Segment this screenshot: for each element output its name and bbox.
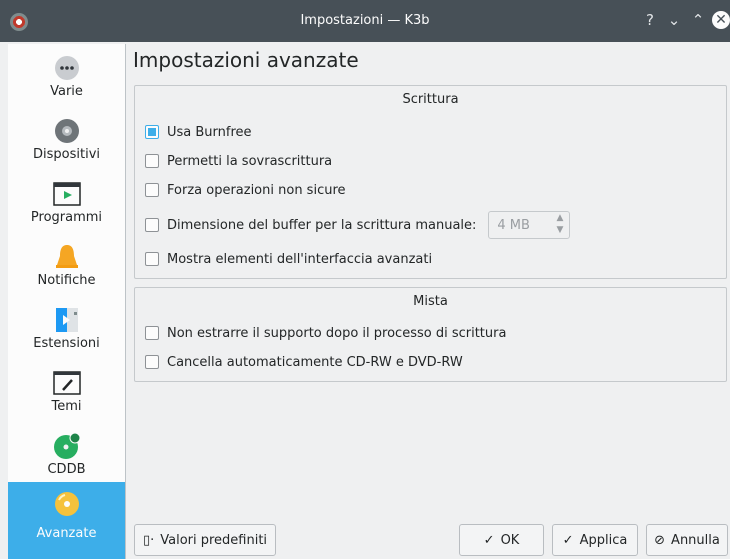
- sidebar-item-avanzate[interactable]: Avanzate: [8, 482, 125, 559]
- option-force-unsafe[interactable]: Forza operazioni non sicure: [145, 180, 346, 200]
- sidebar-item-label: Estensioni: [33, 336, 100, 351]
- cddb-icon: [54, 432, 81, 459]
- sidebar-item-programmi[interactable]: Programmi: [8, 174, 125, 237]
- buffer-size-value: 4 MB: [497, 218, 530, 233]
- option-label: Permetti la sovrascrittura: [167, 153, 333, 169]
- cancel-button[interactable]: ⊘ Annulla: [646, 524, 728, 556]
- sidebar-item-dispositivi[interactable]: Dispositivi: [8, 111, 125, 174]
- option-auto-erase[interactable]: Cancella automaticamente CD-RW e DVD-RW: [145, 352, 463, 372]
- defaults-button[interactable]: ▯· Valori predefiniti: [134, 524, 276, 556]
- spin-up-icon[interactable]: ▲: [556, 213, 563, 223]
- option-no-eject[interactable]: Non estrarre il supporto dopo il process…: [145, 323, 506, 343]
- sidebar-item-cddb[interactable]: CDDB: [8, 426, 125, 489]
- checkbox[interactable]: [145, 326, 159, 340]
- option-label: Dimensione del buffer per la scrittura m…: [167, 217, 477, 233]
- cancel-icon: ⊘: [654, 532, 666, 548]
- option-advanced-gui[interactable]: Mostra elementi dell'interfaccia avanzat…: [145, 249, 432, 269]
- apply-button[interactable]: ✓ Applica: [552, 524, 638, 556]
- sidebar-item-varie[interactable]: Varie: [8, 48, 125, 111]
- minimize-button[interactable]: ⌄: [664, 10, 684, 30]
- advanced-disc-icon: [55, 492, 79, 516]
- button-label: Applica: [579, 532, 628, 548]
- sidebar-item-label: Dispositivi: [33, 147, 100, 162]
- close-button[interactable]: ✕: [712, 11, 730, 29]
- disc-drive-icon: [55, 119, 79, 143]
- settings-sidebar: Varie Dispositivi Programmi Notifiche Es…: [8, 44, 126, 559]
- plugin-icon: [56, 308, 78, 332]
- more-dots-icon: [55, 56, 79, 80]
- check-icon: ✓: [483, 532, 495, 548]
- buffer-size-spinbox[interactable]: 4 MB ▲ ▼: [488, 211, 571, 239]
- checkbox[interactable]: [145, 125, 159, 139]
- option-label: Forza operazioni non sicure: [167, 182, 346, 198]
- button-label: Valori predefiniti: [160, 532, 268, 548]
- sidebar-item-label: Avanzate: [36, 526, 97, 541]
- group-title: Mista: [413, 294, 448, 309]
- document-revert-icon: ▯·: [142, 532, 155, 548]
- checkbox[interactable]: [145, 355, 159, 369]
- sidebar-item-label: Programmi: [30, 210, 103, 225]
- option-label: Usa Burnfree: [167, 124, 252, 140]
- sidebar-item-notifiche[interactable]: Notifiche: [8, 237, 125, 300]
- writing-group: Scrittura Usa Burnfree Permetti la sovra…: [134, 85, 727, 279]
- title-bar: Impostazioni — K3b ? ⌄ ⌃ ✕: [0, 0, 730, 42]
- sidebar-item-label: Varie: [50, 84, 83, 99]
- checkbox[interactable]: [145, 218, 159, 232]
- option-overburn[interactable]: Permetti la sovrascrittura: [145, 151, 332, 171]
- sidebar-item-temi[interactable]: Temi: [8, 363, 125, 426]
- help-button[interactable]: ?: [640, 10, 660, 30]
- sidebar-item-label: Notifiche: [37, 273, 96, 288]
- ok-button[interactable]: ✓ OK: [459, 524, 544, 556]
- option-label: Non estrarre il supporto dopo il process…: [167, 325, 507, 341]
- sidebar-item-label: CDDB: [47, 462, 86, 477]
- button-label: Annulla: [671, 532, 720, 548]
- sidebar-item-label: Temi: [51, 399, 82, 414]
- sidebar-item-estensioni[interactable]: Estensioni: [8, 300, 125, 363]
- option-label: Mostra elementi dell'interfaccia avanzat…: [167, 251, 433, 267]
- group-title: Scrittura: [402, 92, 459, 107]
- window-title: Impostazioni — K3b: [300, 13, 430, 28]
- maximize-button[interactable]: ⌃: [688, 10, 708, 30]
- theme-brush-icon: [53, 371, 81, 395]
- misc-group: Mista Non estrarre il supporto dopo il p…: [134, 287, 727, 382]
- option-burnfree[interactable]: Usa Burnfree: [145, 122, 252, 142]
- checkbox[interactable]: [145, 183, 159, 197]
- check-icon: ✓: [562, 532, 574, 548]
- option-manual-buffer[interactable]: Dimensione del buffer per la scrittura m…: [145, 210, 571, 240]
- page-title: Impostazioni avanzate: [133, 48, 359, 72]
- spin-down-icon[interactable]: ▼: [556, 225, 563, 235]
- checkbox[interactable]: [145, 154, 159, 168]
- bell-icon: [56, 245, 78, 268]
- button-label: OK: [500, 532, 520, 548]
- option-label: Cancella automaticamente CD-RW e DVD-RW: [167, 354, 463, 370]
- checkbox[interactable]: [145, 252, 159, 266]
- terminal-icon: [53, 182, 81, 206]
